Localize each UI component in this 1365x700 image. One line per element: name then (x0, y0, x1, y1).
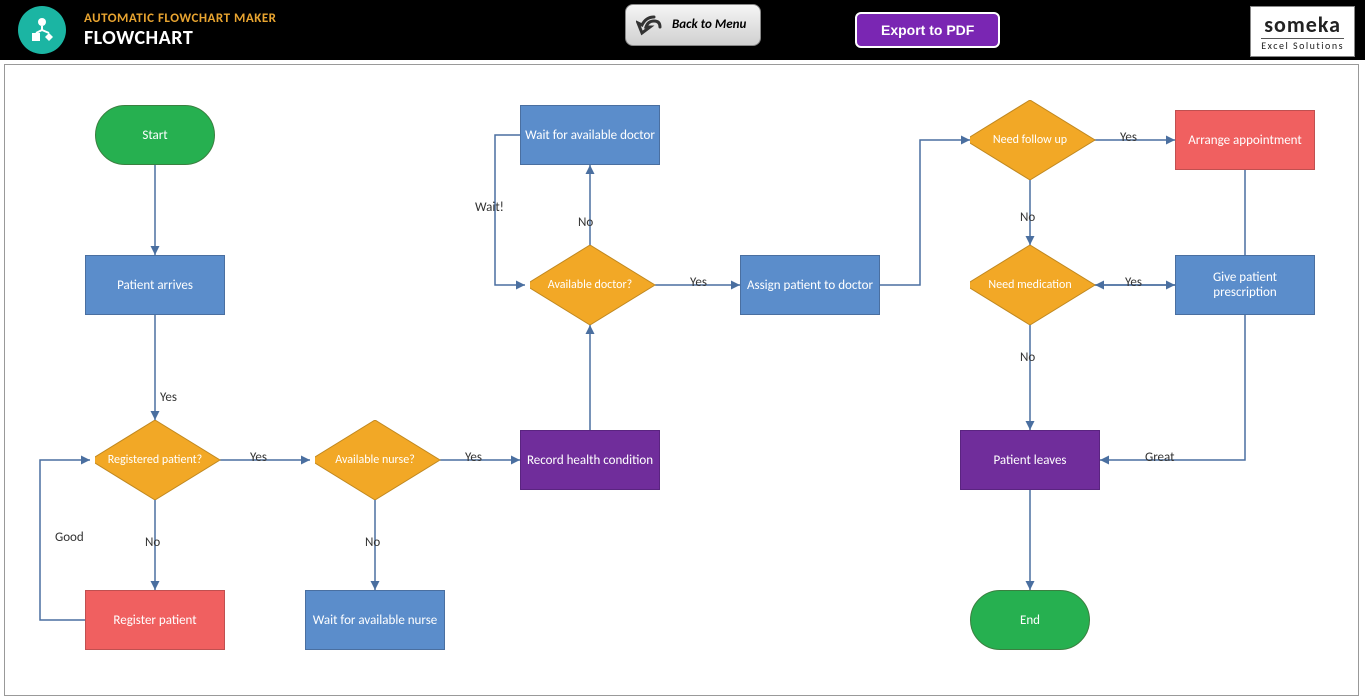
label-yes: Yes (1120, 130, 1137, 145)
node-patient-leaves[interactable]: Patient leaves (960, 430, 1100, 490)
node-arrange-appointment[interactable]: Arrange appointment (1175, 110, 1315, 170)
node-record-health[interactable]: Record health condition (520, 430, 660, 490)
brand-logo: someka Excel Solutions (1250, 6, 1355, 57)
app-subtitle: AUTOMATIC FLOWCHART MAKER (84, 11, 277, 26)
node-register-patient[interactable]: Register patient (85, 590, 225, 650)
node-registered-patient-label: Registered patient? (95, 420, 215, 500)
node-need-medication-label: Need medication (970, 245, 1090, 325)
node-available-doctor-label: Available doctor? (530, 245, 650, 325)
label-no: No (1020, 210, 1035, 225)
node-need-medication[interactable]: Need medication (970, 245, 1090, 325)
node-end[interactable]: End (970, 590, 1090, 650)
label-yes: Yes (465, 450, 482, 465)
node-need-follow-up-label: Need follow up (970, 100, 1090, 180)
node-available-doctor[interactable]: Available doctor? (530, 245, 650, 325)
node-available-nurse-label: Available nurse? (315, 420, 435, 500)
node-registered-patient[interactable]: Registered patient? (95, 420, 215, 500)
node-need-follow-up[interactable]: Need follow up (970, 100, 1090, 180)
brand-tagline: Excel Solutions (1261, 38, 1344, 52)
app-header: AUTOMATIC FLOWCHART MAKER FLOWCHART Back… (0, 0, 1365, 60)
label-no: No (1020, 350, 1035, 365)
node-start[interactable]: Start (95, 105, 215, 165)
app-logo-icon (18, 6, 66, 54)
node-give-prescription[interactable]: Give patient prescription (1175, 255, 1315, 315)
node-patient-arrives[interactable]: Patient arrives (85, 255, 225, 315)
node-available-nurse[interactable]: Available nurse? (315, 420, 435, 500)
label-yes: Yes (690, 275, 707, 290)
label-no: No (365, 535, 380, 550)
back-arrow-icon (636, 11, 664, 39)
node-wait-doctor[interactable]: Wait for available doctor (520, 105, 660, 165)
label-wait: Wait! (475, 200, 504, 215)
page-title: FLOWCHART (84, 26, 277, 50)
label-no: No (578, 215, 593, 230)
label-great: Great (1145, 450, 1175, 465)
node-assign-patient[interactable]: Assign patient to doctor (740, 255, 880, 315)
header-titles: AUTOMATIC FLOWCHART MAKER FLOWCHART (84, 11, 277, 50)
label-good: Good (55, 530, 84, 545)
label-no: No (145, 535, 160, 550)
back-to-menu-button[interactable]: Back to Menu (625, 4, 761, 46)
export-pdf-button[interactable]: Export to PDF (855, 12, 1000, 48)
back-button-label: Back to Menu (672, 18, 746, 32)
node-wait-nurse[interactable]: Wait for available nurse (305, 590, 445, 650)
brand-name: someka (1261, 11, 1344, 38)
flowchart-canvas[interactable]: Start Patient arrives Registered patient… (4, 64, 1359, 696)
label-yes: Yes (160, 390, 177, 405)
label-yes: Yes (1125, 275, 1142, 290)
label-yes: Yes (250, 450, 267, 465)
